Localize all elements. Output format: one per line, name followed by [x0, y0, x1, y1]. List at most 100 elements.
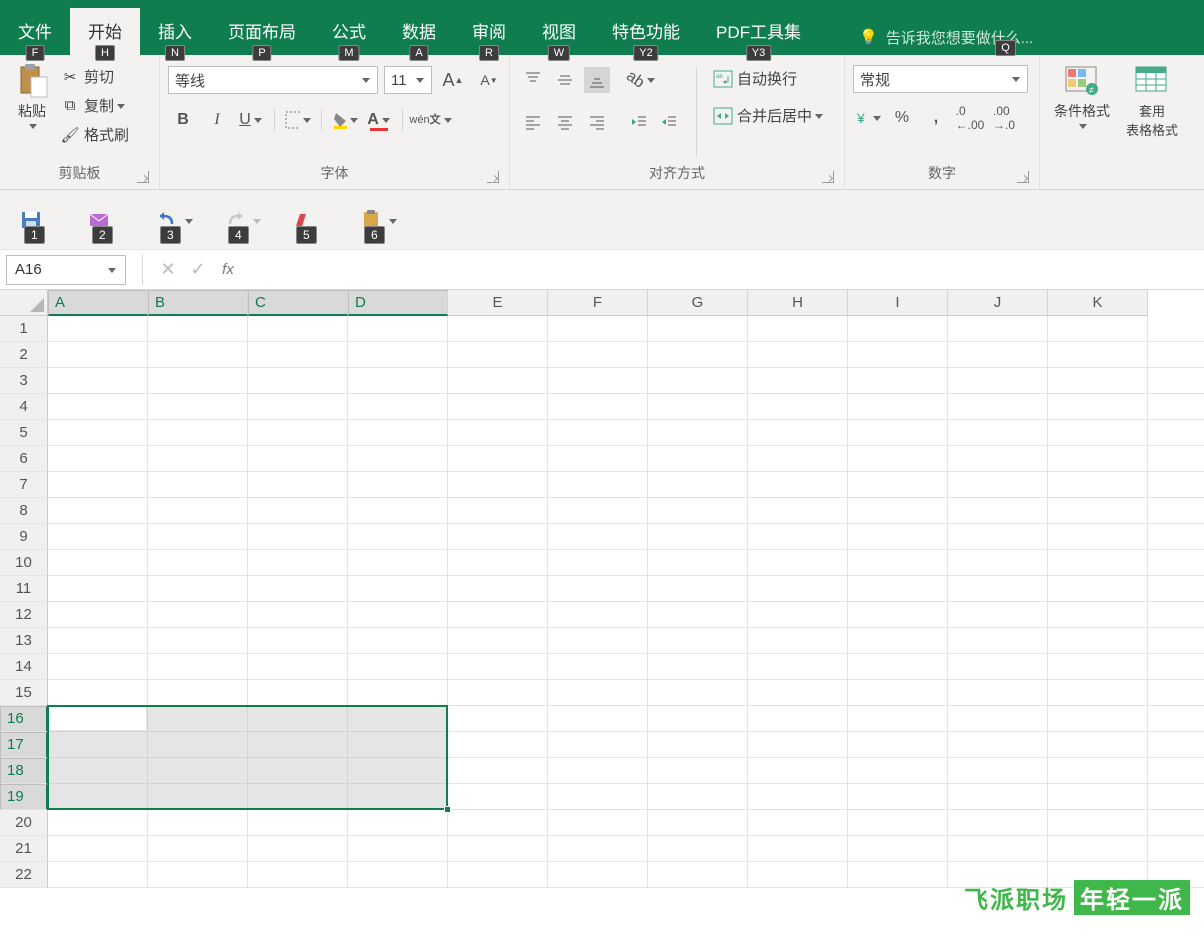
- cell[interactable]: [948, 316, 1048, 342]
- cell[interactable]: [248, 576, 348, 602]
- cell[interactable]: [1148, 420, 1204, 446]
- cell[interactable]: [1048, 836, 1148, 862]
- cell[interactable]: [348, 836, 448, 862]
- cell[interactable]: [648, 446, 748, 472]
- cell[interactable]: [148, 576, 248, 602]
- cell[interactable]: [448, 420, 548, 446]
- cell[interactable]: [248, 628, 348, 654]
- tab-review[interactable]: 审阅R: [454, 8, 524, 57]
- cell[interactable]: [1148, 576, 1204, 602]
- cell[interactable]: [348, 524, 448, 550]
- tab-view[interactable]: 视图W: [524, 8, 594, 57]
- column-header[interactable]: H: [748, 290, 848, 316]
- increase-font-size-button[interactable]: A▲: [440, 67, 466, 93]
- cell[interactable]: [648, 420, 748, 446]
- cell[interactable]: [248, 732, 348, 758]
- tell-me-search[interactable]: 💡 告诉我您想要做什么... Q: [859, 18, 1016, 56]
- cell[interactable]: [548, 784, 648, 810]
- comma-style-button[interactable]: ,: [923, 105, 949, 131]
- cell[interactable]: [648, 342, 748, 368]
- row-header[interactable]: 20: [0, 810, 48, 836]
- cell[interactable]: [248, 550, 348, 576]
- tab-home[interactable]: 开始H: [70, 8, 140, 57]
- cell[interactable]: [748, 368, 848, 394]
- cell[interactable]: [648, 758, 748, 784]
- cell[interactable]: [548, 550, 648, 576]
- cell[interactable]: [1048, 706, 1148, 732]
- cell[interactable]: [848, 420, 948, 446]
- cell[interactable]: [448, 836, 548, 862]
- cell[interactable]: [48, 524, 148, 550]
- cell[interactable]: [1148, 472, 1204, 498]
- column-headers[interactable]: ABCDEFGHIJK: [48, 290, 1148, 316]
- cell[interactable]: [1048, 498, 1148, 524]
- cell[interactable]: [148, 758, 248, 784]
- cell[interactable]: [1048, 446, 1148, 472]
- cell[interactable]: [648, 576, 748, 602]
- row-headers[interactable]: 12345678910111213141516171819202122: [0, 316, 48, 888]
- column-header[interactable]: C: [248, 290, 348, 316]
- cell[interactable]: [748, 758, 848, 784]
- cell[interactable]: [148, 524, 248, 550]
- cell[interactable]: [848, 576, 948, 602]
- qat-item-5[interactable]: 5: [292, 210, 316, 230]
- cell[interactable]: [948, 680, 1048, 706]
- cell[interactable]: [48, 550, 148, 576]
- cell[interactable]: [548, 342, 648, 368]
- cell[interactable]: [248, 368, 348, 394]
- cell[interactable]: [348, 654, 448, 680]
- row-header[interactable]: 14: [0, 654, 48, 680]
- cell[interactable]: [748, 472, 848, 498]
- cell[interactable]: [1148, 784, 1204, 810]
- insert-function-button[interactable]: fx: [213, 261, 243, 278]
- align-middle-button[interactable]: [552, 67, 578, 93]
- cell[interactable]: [548, 446, 648, 472]
- merge-center-button[interactable]: 合并后居中: [709, 102, 828, 129]
- cell[interactable]: [448, 446, 548, 472]
- cell[interactable]: [348, 420, 448, 446]
- cell[interactable]: [748, 576, 848, 602]
- cell[interactable]: [648, 472, 748, 498]
- cell[interactable]: [548, 602, 648, 628]
- column-header[interactable]: F: [548, 290, 648, 316]
- cell[interactable]: [648, 550, 748, 576]
- cell[interactable]: [848, 446, 948, 472]
- cell[interactable]: [448, 758, 548, 784]
- cell[interactable]: [1148, 732, 1204, 758]
- cell[interactable]: [48, 784, 148, 810]
- copy-button[interactable]: ⧉复制: [56, 92, 133, 119]
- cell[interactable]: [1048, 420, 1148, 446]
- cell[interactable]: [348, 342, 448, 368]
- tab-formulas[interactable]: 公式M: [314, 8, 384, 57]
- cell[interactable]: [448, 628, 548, 654]
- cell[interactable]: [1148, 654, 1204, 680]
- cell[interactable]: [148, 420, 248, 446]
- cell[interactable]: [748, 810, 848, 836]
- cell[interactable]: [848, 758, 948, 784]
- row-header[interactable]: 18: [0, 758, 48, 784]
- cell[interactable]: [548, 576, 648, 602]
- cell[interactable]: [548, 420, 648, 446]
- cell[interactable]: [348, 446, 448, 472]
- cell[interactable]: [1048, 472, 1148, 498]
- cell[interactable]: [748, 498, 848, 524]
- cell[interactable]: [948, 810, 1048, 836]
- cell[interactable]: [248, 446, 348, 472]
- cell[interactable]: [1048, 524, 1148, 550]
- cell[interactable]: [848, 784, 948, 810]
- conditional-formatting-button[interactable]: ≠ 条件格式: [1048, 59, 1116, 135]
- row-header[interactable]: 21: [0, 836, 48, 862]
- cell[interactable]: [248, 654, 348, 680]
- paste-button[interactable]: 粘贴: [8, 59, 56, 135]
- cell[interactable]: [348, 316, 448, 342]
- spreadsheet-grid[interactable]: ABCDEFGHIJK 1234567891011121314151617181…: [0, 290, 1204, 940]
- cell[interactable]: [448, 862, 548, 888]
- row-header[interactable]: 2: [0, 342, 48, 368]
- cell[interactable]: [848, 680, 948, 706]
- cell[interactable]: [148, 680, 248, 706]
- cell[interactable]: [48, 394, 148, 420]
- row-header[interactable]: 11: [0, 576, 48, 602]
- decrease-decimal-button[interactable]: .00→.0: [991, 105, 1017, 131]
- cell[interactable]: [148, 550, 248, 576]
- cell[interactable]: [948, 836, 1048, 862]
